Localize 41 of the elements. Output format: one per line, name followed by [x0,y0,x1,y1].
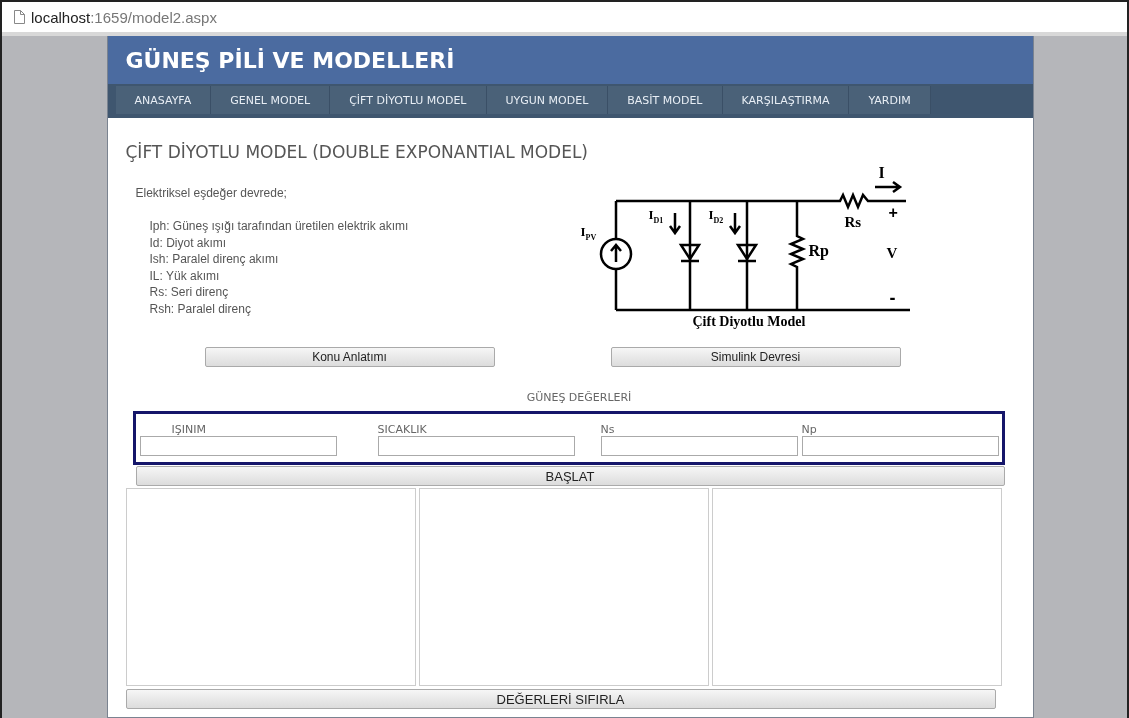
nav-tab[interactable]: ANASAYFA [115,86,212,114]
definition-text: Rs: Seri direnç [149,284,230,301]
field-label: SICAKLIK [377,423,428,436]
field-label: IŞINIM [170,423,207,436]
definition-text: Iph: Güneş ışığı tarafından üretilen elektrik akımı [149,218,410,235]
lecture-button[interactable]: Konu Anlatımı [204,347,495,367]
input-field[interactable] [377,436,575,456]
definition-text: IL: Yük akımı [149,267,221,284]
nav-tab[interactable]: GENEL MODEL [211,86,331,114]
nav-tab[interactable]: YARDIM [849,86,931,114]
nav-tab[interactable]: ÇİFT DİYOTLU MODEL [330,86,487,114]
nav-tab[interactable]: KARŞILAŞTIRMA [722,86,850,114]
input-field[interactable] [600,436,798,456]
circuit-label: I$_{D1}$ [648,208,664,225]
field-label: Ns [600,423,616,436]
circuit-label: I [878,165,885,181]
circuit-label: Rs [844,215,862,230]
input-field[interactable] [801,436,999,456]
definition-text: Id: Diyot akımı [149,234,228,251]
page-icon [14,10,25,24]
url-text: localhost:1659/model2.aspx [31,8,217,26]
circuit-caption: Çift Diyotlu Model [692,315,806,329]
nav-tab[interactable]: UYGUN MODEL [486,86,609,114]
reset-button[interactable]: DEĞERLERİ SIFIRLA [125,689,996,709]
nav-tab[interactable]: BASİT MODEL [608,86,723,114]
page-heading: ÇİFT DİYOTLU MODEL (DOUBLE EXPONANTIAL MODEL) [125,142,589,162]
circuit-label: I$_{D2}$ [708,208,724,225]
field-label: Np [801,423,818,436]
definition-text: Ish: Paralel direnç akımı [149,251,280,268]
circuit-label: V [886,246,898,261]
section-title: GÜNEŞ DEĞERLERİ [525,391,633,404]
circuit-label: - [889,289,896,307]
definition-text: Rsh: Paralel direnç [149,300,252,317]
circuit-label: I$_{PV}$ [580,225,597,242]
site-title: GÜNEŞ PİLİ VE MODELLERİ [125,47,455,73]
intro-text: Elektriksel eşdeğer devrede; [135,186,288,200]
start-button[interactable]: BAŞLAT [135,466,1005,486]
circuit-label: + [888,205,898,221]
input-field[interactable] [139,436,337,456]
circuit-label: Rp [808,243,829,259]
simulink-button[interactable]: Simulink Devresi [610,347,901,367]
